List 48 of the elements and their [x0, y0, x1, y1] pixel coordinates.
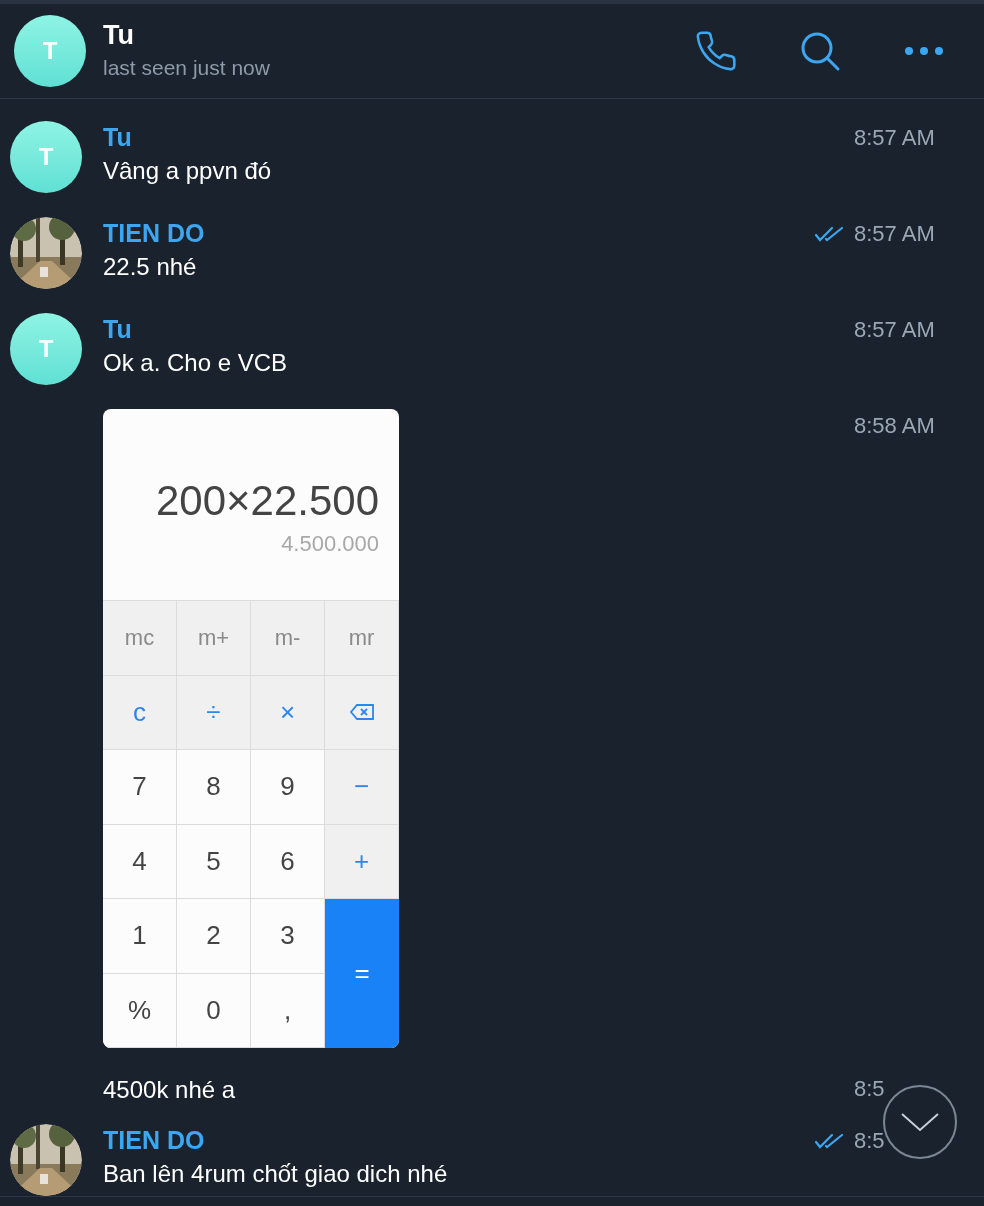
calculator-key: m-: [251, 601, 325, 676]
avatar: T: [10, 313, 82, 385]
calculator-key: 2: [177, 899, 251, 974]
message-time: 8:57 AM: [854, 221, 935, 246]
sender-name: TIEN DO: [103, 1125, 206, 1156]
calculator-key: c: [103, 675, 177, 750]
sender-name: Tu: [103, 314, 133, 345]
calculator-key: ,: [251, 973, 325, 1048]
calculator-key: 3: [251, 899, 325, 974]
message-text: Ban lên 4rum chốt giao dich nhé: [103, 1159, 449, 1189]
calculator-key: 1: [103, 899, 177, 974]
calculator-key: mr: [325, 601, 399, 676]
calculator-expression: 200×22.500: [155, 475, 379, 526]
message-time: 8:57 AM: [854, 317, 935, 342]
calculator-key: ÷: [177, 675, 251, 750]
calculator-key: ×: [251, 675, 325, 750]
message-text: Vâng a ppvn đó: [103, 156, 273, 186]
message-time: 8:58 AM: [854, 413, 935, 438]
sender-name: Tu: [103, 122, 133, 153]
calculator-key: %: [103, 973, 177, 1048]
calculator-key: −: [325, 750, 399, 825]
calculator-key: 6: [251, 824, 325, 899]
phone-icon: [694, 28, 738, 73]
chat-title: Tu: [103, 19, 135, 53]
calculator-result: 4.500.000: [281, 530, 379, 558]
avatar: T: [10, 121, 82, 193]
calculator-key: 9: [251, 750, 325, 825]
backspace-icon: [349, 704, 374, 721]
calculator-key: 7: [103, 750, 177, 825]
chat-status: last seen just now: [103, 55, 271, 82]
message-text: Ok a. Cho e VCB: [103, 348, 289, 378]
calculator-key: m+: [177, 601, 251, 676]
calculator-key: 8: [177, 750, 251, 825]
more-icon: [904, 45, 944, 56]
calculator-key: 4: [103, 824, 177, 899]
message-text: 22.5 nhé: [103, 252, 198, 282]
sender-name: TIEN DO: [103, 218, 206, 249]
calculator-key: mc: [103, 601, 177, 676]
calculator-key: 0: [177, 973, 251, 1048]
calculator-key: =: [325, 899, 399, 1048]
avatar: T: [14, 14, 86, 87]
message-time: 8:5: [854, 1128, 885, 1153]
message-text: 4500k nhé a: [103, 1075, 237, 1105]
chevron-down-icon: [900, 1112, 940, 1132]
calculator-key: 5: [177, 824, 251, 899]
message-time: 8:5: [854, 1076, 885, 1101]
calculator-key: +: [325, 824, 399, 899]
message-time: 8:57 AM: [854, 125, 935, 150]
